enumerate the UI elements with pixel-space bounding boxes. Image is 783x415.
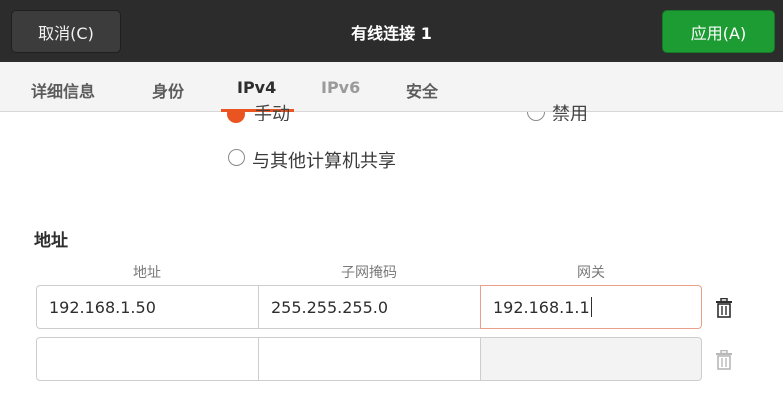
apply-button[interactable]: 应用(A)	[662, 10, 775, 53]
tab-ipv4[interactable]: IPv4	[237, 78, 276, 97]
address-input[interactable]: 192.168.1.50	[36, 285, 259, 329]
radio-manual-label: 手动	[254, 104, 290, 121]
trash-icon-disabled	[712, 348, 736, 372]
column-header-gateway: 网关	[577, 265, 605, 281]
tab-security[interactable]: 安全	[406, 78, 438, 102]
gateway-value: 192.168.1.1	[493, 297, 590, 317]
radio-share-icon[interactable]	[228, 149, 245, 166]
address-input-empty[interactable]	[36, 337, 259, 381]
radio-disabled-label: 禁用	[552, 104, 588, 121]
tab-bar: 详细信息 身份 IPv4 IPv6 安全	[0, 62, 783, 112]
tab-details[interactable]: 详细信息	[31, 78, 95, 102]
header-bar: 取消(C) 有线连接 1 应用(A)	[0, 0, 783, 62]
trash-icon[interactable]	[712, 296, 736, 320]
tab-ipv6[interactable]: IPv6	[321, 78, 360, 97]
column-header-address: 地址	[133, 265, 161, 281]
radio-disabled-icon[interactable]	[526, 112, 548, 122]
netmask-value: 255.255.255.0	[271, 297, 389, 317]
gateway-input-disabled	[480, 337, 702, 381]
text-caret	[590, 297, 592, 317]
column-header-netmask: 子网掩码	[341, 265, 397, 281]
tab-identity[interactable]: 身份	[152, 78, 184, 102]
radio-share-label[interactable]: 与其他计算机共享	[252, 147, 396, 173]
netmask-input-empty[interactable]	[258, 337, 481, 381]
address-section-title: 地址	[34, 231, 68, 251]
gateway-input[interactable]: 192.168.1.1	[480, 285, 702, 329]
radio-manual-selected-icon[interactable]	[226, 112, 248, 124]
netmask-input[interactable]: 255.255.255.0	[258, 285, 481, 329]
address-value: 192.168.1.50	[49, 297, 156, 317]
